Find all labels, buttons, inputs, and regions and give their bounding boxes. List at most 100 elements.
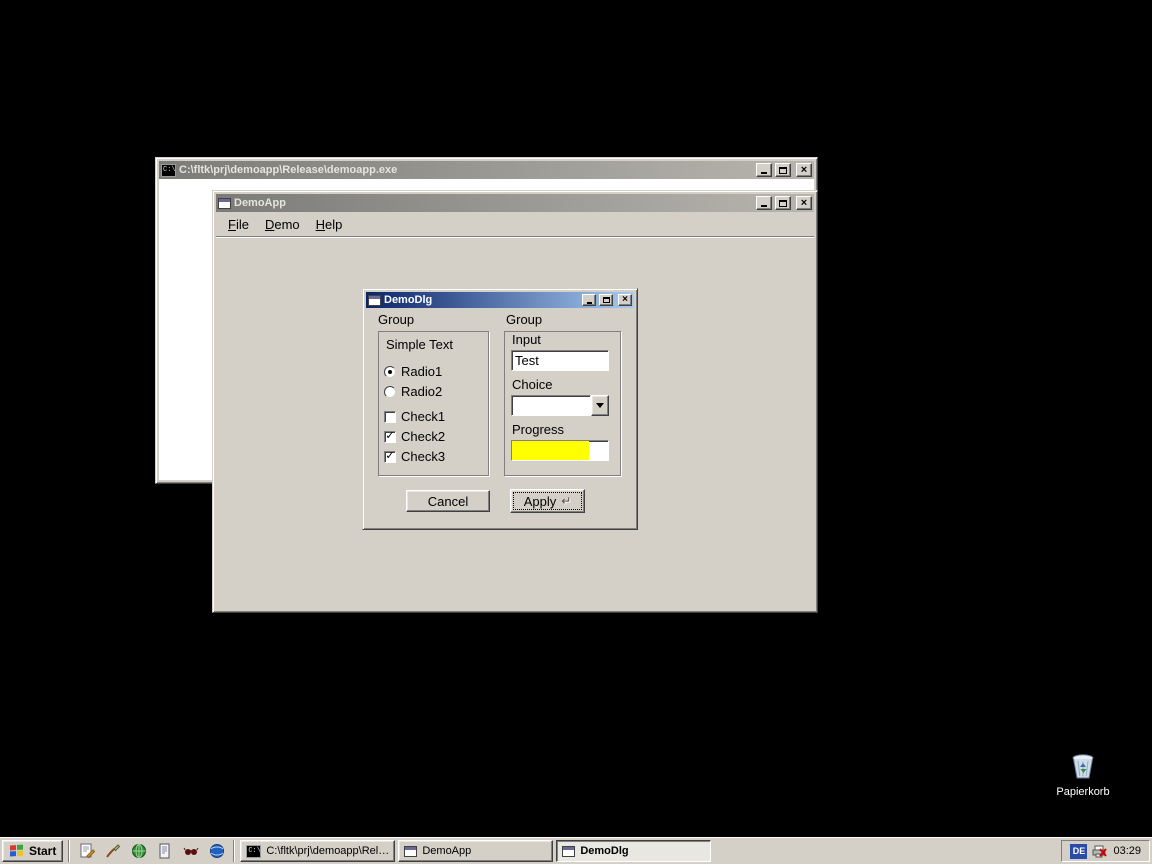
menu-demo[interactable]: Demo [257,214,308,235]
document-icon [157,843,173,859]
quicklaunch-browser[interactable] [205,840,228,862]
check2-option[interactable]: Check2 [384,429,445,444]
console-icon [161,164,176,177]
progress-label: Progress [512,423,564,437]
radio-icon [384,386,396,398]
radio1-option[interactable]: Radio1 [384,364,442,379]
progress-bar [511,440,609,461]
task-label: C:\fltk\prj\demoapp\Rele... [266,845,389,857]
quicklaunch-page-edit[interactable] [75,840,98,862]
apply-button[interactable]: Apply [510,489,585,513]
close-icon [622,295,628,305]
start-button[interactable]: Start [2,840,63,862]
choice-value-box[interactable] [511,395,591,416]
taskbar-clock[interactable]: 03:29 [1113,845,1141,857]
apply-button-label: Apply [524,494,557,509]
maximize-button[interactable] [775,196,791,210]
viewer-icon [183,843,199,859]
start-button-label: Start [29,844,56,858]
windows-flag-icon [9,843,25,858]
demoapp-window-icon [218,198,231,209]
minimize-button[interactable] [756,163,772,177]
console-titlebar[interactable]: C:\fltk\prj\demoapp\Release\demoapp.exe [159,161,814,179]
taskbar-separator [233,840,235,862]
window-icon [562,846,575,857]
menu-bar: File Demo Help [216,212,814,237]
recycle-bin-desktop-icon[interactable]: Papierkorb [1047,750,1119,798]
maximize-button[interactable] [775,163,791,177]
quicklaunch-viewer[interactable] [179,840,202,862]
check1-label: Check1 [401,410,445,424]
choice-dropdown[interactable] [511,395,609,416]
return-arrow-icon [561,494,571,508]
checkbox-icon [384,431,396,443]
check3-label: Check3 [401,450,445,464]
demodlg-client-area: Group Simple Text Radio1 Radio2 Check1 C… [366,308,634,526]
close-icon [801,165,807,176]
check2-label: Check2 [401,430,445,444]
check1-option[interactable]: Check1 [384,409,445,424]
minimize-icon [761,205,767,207]
close-button[interactable] [796,163,812,177]
demoapp-title: DemoApp [234,197,753,209]
radio-icon [384,366,396,378]
quicklaunch-paint[interactable] [101,840,124,862]
choice-dropdown-button[interactable] [591,395,609,416]
menu-file[interactable]: File [220,214,257,235]
recycle-bin-icon [1067,750,1099,782]
input-label: Input [512,333,541,347]
task-label: DemoDlg [580,845,628,857]
quicklaunch-globe[interactable] [127,840,150,862]
check3-option[interactable]: Check3 [384,449,445,464]
globe-icon [131,843,147,859]
close-icon [801,198,807,209]
maximize-icon [779,167,787,174]
language-indicator[interactable]: DE [1070,844,1087,859]
maximize-button[interactable] [599,294,613,306]
task-demoapp[interactable]: DemoApp [398,840,553,862]
minimize-icon [761,172,767,174]
demoapp-titlebar[interactable]: DemoApp [216,194,814,212]
cancel-button[interactable]: Cancel [406,490,490,512]
checkbox-icon [384,411,396,423]
right-group-label: Group [506,313,542,327]
taskbar-separator [68,840,70,862]
progress-bar-fill [512,441,589,460]
taskbar: Start [0,837,1152,864]
demodlg-window: DemoDlg Group Simple Text Radio1 Radio2 … [362,288,638,530]
desktop: C:\fltk\prj\demoapp\Release\demoapp.exe … [0,0,1152,864]
page-edit-icon [79,843,95,859]
chevron-down-icon [596,403,604,412]
left-group-label: Group [378,313,414,327]
text-input[interactable] [511,350,609,371]
simple-text-label: Simple Text [386,338,453,352]
checkbox-icon [384,451,396,463]
radio2-option[interactable]: Radio2 [384,384,442,399]
radio2-label: Radio2 [401,385,442,399]
demodlg-window-icon [368,295,381,306]
choice-label: Choice [512,378,552,392]
minimize-button[interactable] [756,196,772,210]
console-title: C:\fltk\prj\demoapp\Release\demoapp.exe [179,164,753,176]
quicklaunch-document[interactable] [153,840,176,862]
task-label: DemoApp [422,845,471,857]
printer-error-icon[interactable] [1092,845,1108,858]
console-icon [246,845,261,858]
browser-icon [209,843,225,859]
window-icon [404,846,417,857]
demodlg-titlebar[interactable]: DemoDlg [366,292,634,308]
menu-help[interactable]: Help [308,214,351,235]
maximize-icon [603,297,610,303]
minimize-button[interactable] [582,294,596,306]
recycle-bin-label: Papierkorb [1056,786,1109,798]
task-demodlg[interactable]: DemoDlg [556,840,711,862]
task-console[interactable]: C:\fltk\prj\demoapp\Rele... [240,840,395,862]
radio1-label: Radio1 [401,365,442,379]
maximize-icon [779,200,787,207]
close-button[interactable] [796,196,812,210]
close-button[interactable] [618,294,632,306]
demodlg-title: DemoDlg [384,294,579,306]
minimize-icon [587,302,592,304]
paintbrush-icon [105,843,121,859]
system-tray: DE 03:29 [1061,840,1150,862]
